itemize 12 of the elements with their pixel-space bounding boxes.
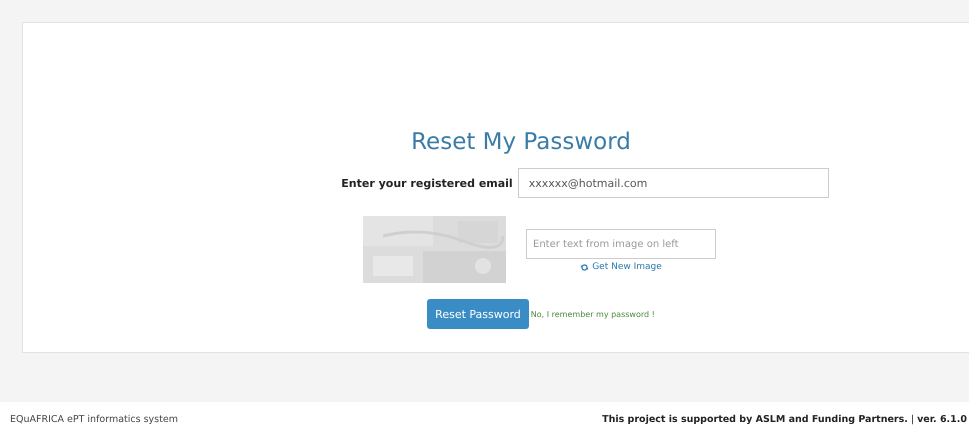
footer-separator: |: [910, 414, 914, 425]
get-new-image-link[interactable]: Get New Image: [580, 262, 662, 272]
footer-support-text: This project is supported by ASLM and Funding Partners.: [602, 414, 908, 425]
reset-password-button[interactable]: Reset Password: [427, 299, 529, 329]
remember-password-link[interactable]: No, I remember my password !: [530, 310, 655, 318]
page-title: Reset My Password: [411, 129, 631, 155]
email-label: Enter your registered email: [341, 176, 513, 190]
footer-version: ver. 6.1.0: [917, 414, 967, 425]
email-field[interactable]: xxxxxx@hotmail.com: [518, 168, 829, 198]
refresh-icon: [580, 262, 590, 272]
captcha-field[interactable]: Enter text from image on left: [526, 229, 716, 259]
footer-system-name: EQuAFRICA ePT informatics system: [10, 414, 178, 425]
